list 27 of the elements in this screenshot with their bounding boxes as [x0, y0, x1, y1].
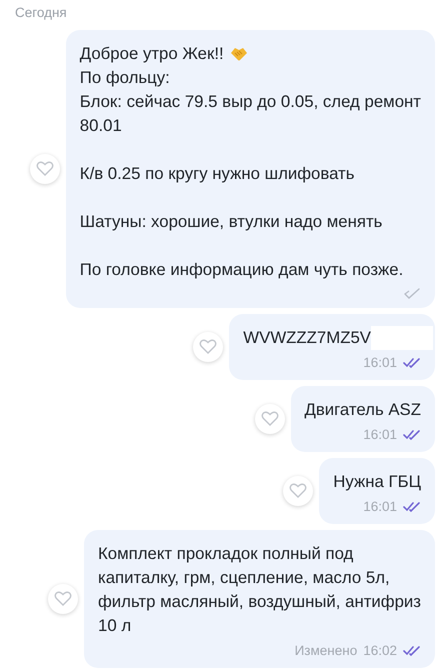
message-time: 16:01 [363, 354, 397, 372]
heart-icon [289, 483, 308, 499]
message-time: 16:01 [363, 498, 397, 516]
heart-icon [260, 411, 279, 427]
message-text: Доброе утро Жек!! [80, 43, 224, 65]
like-heart-button[interactable] [254, 404, 285, 434]
like-heart-button[interactable] [30, 154, 60, 184]
like-heart-button[interactable] [48, 584, 78, 614]
message-time: 16:02 [363, 642, 397, 660]
like-heart-button[interactable] [193, 332, 224, 362]
message-text: WVWZZZ7MZ5V [243, 327, 371, 349]
message-text: Нужна ГБЦ [333, 471, 421, 493]
heart-icon [36, 161, 54, 177]
edited-label: Изменено [294, 642, 358, 660]
message-text: Шатуны: хорошие, втулки надо менять [80, 211, 382, 233]
message-text: Блок: сейчас 79.5 выр до 0.05, след ремонт 80.01 [80, 91, 421, 137]
message-time: 16:01 [363, 426, 397, 444]
message-text: Комплект прокладок полный под капиталку, грм, сцепление, масло 5л, фильтр масляный, воздушный, антифриз 10 л [98, 543, 421, 637]
heart-icon [54, 591, 72, 607]
handshake-emoji-icon [230, 46, 248, 62]
like-heart-button[interactable] [283, 476, 314, 506]
date-label: Сегодня [14, 4, 68, 22]
message-text: По головке информацию дам чуть позже. [80, 259, 404, 281]
message-text: Двигатель ASZ [304, 399, 421, 421]
message-text: По фольцу: [80, 67, 170, 89]
heart-icon [199, 339, 218, 355]
message-text: К/в 0.25 по кругу нужно шлифовать [80, 163, 354, 185]
